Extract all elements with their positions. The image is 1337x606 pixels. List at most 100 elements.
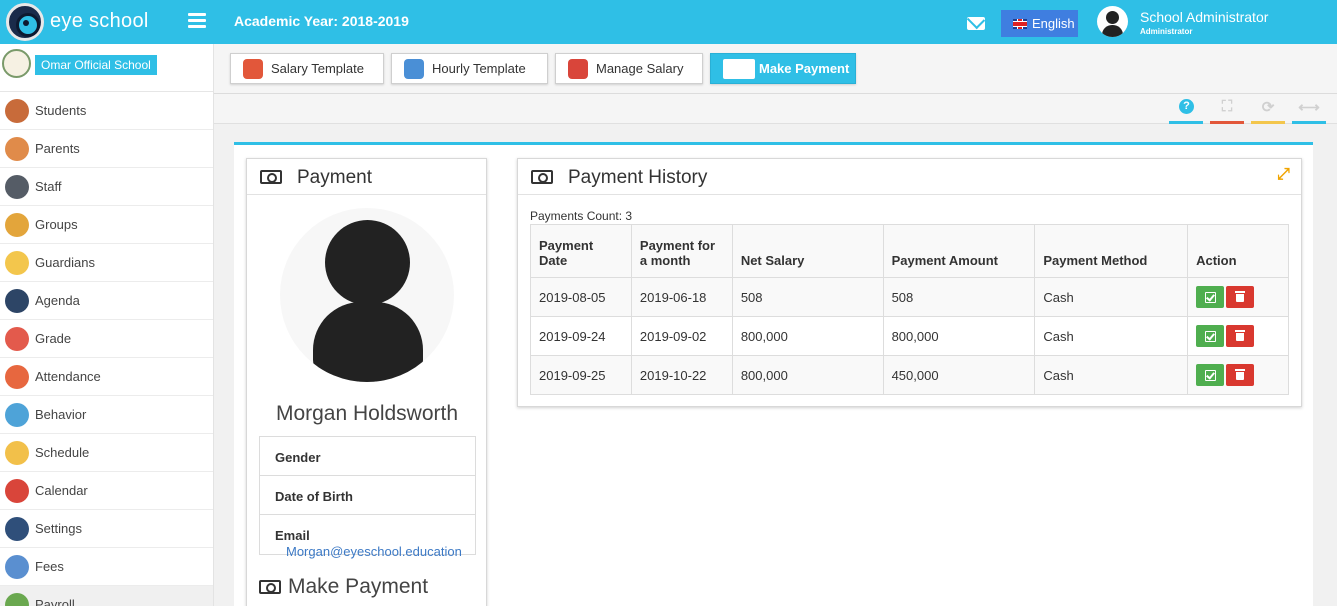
cell-net: 800,000 <box>731 355 884 395</box>
sidebar-item-calendar[interactable]: Calendar <box>0 472 213 510</box>
hourly-template-icon <box>404 59 424 79</box>
dob-label: Date of Birth <box>275 489 353 504</box>
sidebar-item-agenda[interactable]: Agenda <box>0 282 213 320</box>
payment-card-header: Payment <box>247 159 486 195</box>
edit-button[interactable] <box>1196 364 1225 386</box>
sidebar-item-groups[interactable]: Groups <box>0 206 213 244</box>
payment-history-title: Payment History <box>568 167 708 188</box>
money-icon <box>531 170 553 184</box>
table-body: 2019-08-05 2019-06-18 508 508 Cash 2019-09-24… <box>530 277 1289 395</box>
help-underline <box>1169 121 1203 124</box>
email-label: Email <box>275 528 310 543</box>
fees-icon <box>5 555 29 579</box>
table-row: 2019-09-25 2019-10-22 800,000 450,000 Cash <box>530 355 1289 395</box>
table-header-row: Payment Date Payment for a month Net Sal… <box>530 224 1289 278</box>
schedule-icon <box>5 441 29 465</box>
cell-amount: 508 <box>882 277 1036 317</box>
fullscreen-icon: ⛶ <box>1221 98 1233 115</box>
col-payment-method: Payment Method <box>1034 224 1189 278</box>
guardians-icon <box>5 251 29 275</box>
tab-hourly-template[interactable]: Hourly Template <box>391 53 548 84</box>
tab-make-payment[interactable]: Make Payment <box>710 53 856 84</box>
sidebar-item-label: Parents <box>35 141 80 156</box>
user-name[interactable]: School Administrator <box>1140 9 1268 25</box>
sidebar-item-payroll[interactable]: Payroll <box>0 586 213 606</box>
school-row: Omar Official School <box>0 44 213 92</box>
col-payment-date: Payment Date <box>530 224 632 278</box>
delete-button[interactable] <box>1226 286 1255 308</box>
expand-icon[interactable]: ⤢ <box>1277 167 1293 183</box>
email-value[interactable]: Morgan@eyeschool.education <box>286 544 462 559</box>
panel-toolbar: ? ⛶ ⟳ ⟷ <box>214 94 1337 124</box>
sidebar-item-students[interactable]: Students <box>0 92 213 130</box>
cell-date: 2019-09-24 <box>530 316 632 356</box>
sidebar-item-label: Schedule <box>35 445 90 460</box>
groups-icon <box>5 213 29 237</box>
delete-button[interactable] <box>1226 325 1255 347</box>
payment-history-card: Payment History ⤢ Payments Count: 3 Paym… <box>517 158 1302 407</box>
money-icon <box>259 580 281 594</box>
cell-amount: 800,000 <box>882 316 1036 356</box>
sidebar-item-label: Calendar <box>35 483 88 498</box>
edit-button[interactable] <box>1196 325 1225 347</box>
sidebar-item-label: Grade <box>35 331 72 346</box>
sidebar-item-label: Groups <box>35 217 78 232</box>
sidebar-item-label: Attendance <box>35 369 101 384</box>
fullscreen-underline <box>1210 121 1244 124</box>
sidebar-item-label: Fees <box>35 559 64 574</box>
eye-school-logo-icon[interactable] <box>6 3 44 41</box>
salary-template-icon <box>243 59 263 79</box>
sidebar: Omar Official School Students Parents Staf… <box>0 44 214 606</box>
cell-net: 508 <box>731 277 884 317</box>
parents-icon <box>5 137 29 161</box>
menu-toggle-icon[interactable] <box>188 13 206 29</box>
fullscreen-tool[interactable]: ⛶ <box>1210 98 1244 124</box>
cell-month: 2019-09-02 <box>630 316 733 356</box>
resize-icon: ⟷ <box>1298 99 1320 116</box>
employee-info-table: Gender Date of Birth Email <box>259 436 476 555</box>
sidebar-item-fees[interactable]: Fees <box>0 548 213 586</box>
sidebar-item-attendance[interactable]: Attendance <box>0 358 213 396</box>
agenda-icon <box>5 289 29 313</box>
refresh-tool[interactable]: ⟳ <box>1251 98 1285 124</box>
col-action: Action <box>1187 224 1289 278</box>
academic-year[interactable]: Academic Year: 2018-2019 <box>234 13 409 29</box>
sidebar-nav: Students Parents Staff Groups Guardians Agend… <box>0 92 213 606</box>
main-panel: Payment Morgan Holdsworth Gender Date of… <box>234 142 1313 606</box>
sidebar-item-label: Agenda <box>35 293 80 308</box>
brand-name[interactable]: eye school <box>50 10 149 33</box>
resize-tool[interactable]: ⟷ <box>1292 98 1326 124</box>
payment-card-title: Payment <box>297 167 372 188</box>
help-tool[interactable]: ? <box>1169 98 1203 124</box>
school-name-badge[interactable]: Omar Official School <box>35 55 157 75</box>
school-logo <box>2 49 31 78</box>
table-row: 2019-08-05 2019-06-18 508 508 Cash <box>530 277 1289 317</box>
help-icon: ? <box>1179 99 1194 114</box>
payment-history-table: Payment Date Payment for a month Net Sal… <box>530 224 1289 395</box>
delete-button[interactable] <box>1226 364 1255 386</box>
refresh-icon: ⟳ <box>1261 99 1275 116</box>
payroll-icon <box>5 593 29 606</box>
employee-name: Morgan Holdsworth <box>275 402 459 425</box>
language-button[interactable]: English <box>1001 10 1078 37</box>
sidebar-item-behavior[interactable]: Behavior <box>0 396 213 434</box>
sidebar-item-guardians[interactable]: Guardians <box>0 244 213 282</box>
tab-label: Make Payment <box>759 61 850 76</box>
sidebar-item-settings[interactable]: Settings <box>0 510 213 548</box>
sidebar-item-grade[interactable]: Grade <box>0 320 213 358</box>
mail-icon[interactable] <box>967 17 985 30</box>
sidebar-item-label: Students <box>35 103 87 118</box>
dob-row: Date of Birth <box>260 476 475 515</box>
sidebar-item-parents[interactable]: Parents <box>0 130 213 168</box>
tab-bar: Salary Template Hourly Template Manage S… <box>214 44 1337 94</box>
tab-manage-salary[interactable]: Manage Salary <box>555 53 703 84</box>
edit-button[interactable] <box>1196 286 1225 308</box>
cell-action <box>1187 277 1289 317</box>
user-avatar[interactable] <box>1097 6 1128 37</box>
sidebar-item-label: Behavior <box>35 407 87 422</box>
sidebar-item-schedule[interactable]: Schedule <box>0 434 213 472</box>
tab-salary-template[interactable]: Salary Template <box>230 53 384 84</box>
make-payment-title: Make Payment <box>288 575 429 598</box>
sidebar-item-staff[interactable]: Staff <box>0 168 213 206</box>
cell-method: Cash <box>1034 277 1189 317</box>
